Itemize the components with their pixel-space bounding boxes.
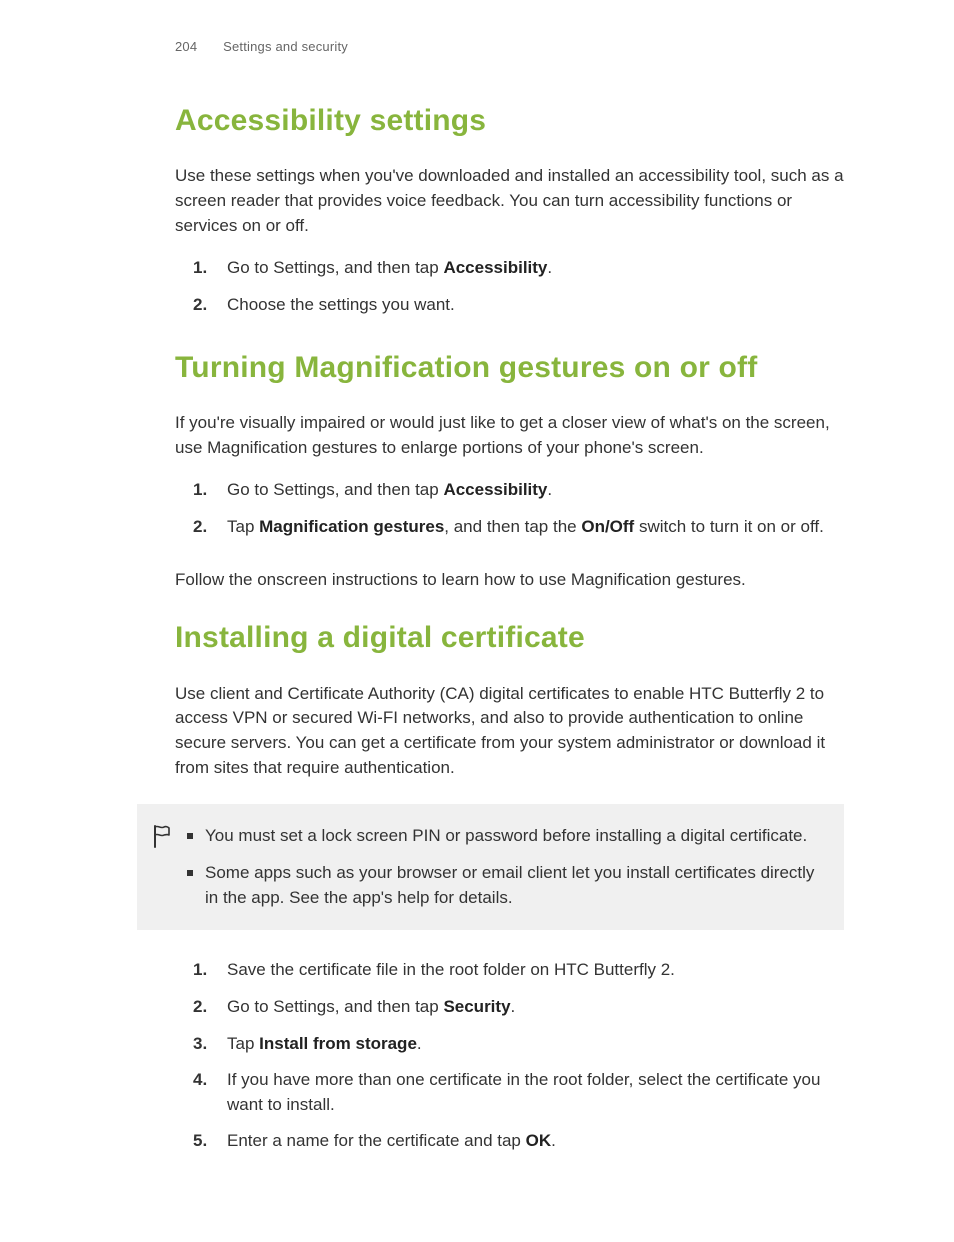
callout-item: You must set a lock screen PIN or passwo… [187,824,824,849]
step-bold: On/Off [581,517,634,536]
step-text: Choose the settings you want. [227,295,455,314]
callout-box: You must set a lock screen PIN or passwo… [137,804,844,930]
list-item: Go to Settings, and then tap Security. [221,995,844,1020]
list-item: Choose the settings you want. [221,293,844,318]
flag-icon-col [137,824,187,848]
step-text: Save the certificate file in the root fo… [227,960,675,979]
list-item: Go to Settings, and then tap Accessibili… [221,478,844,503]
step-text: Tap [227,517,259,536]
intro-accessibility: Use these settings when you've downloade… [175,164,844,238]
list-item: If you have more than one certificate in… [221,1068,844,1117]
step-text: . [551,1131,556,1150]
list-item: Save the certificate file in the root fo… [221,958,844,983]
step-bold: OK [526,1131,552,1150]
step-text: . [547,480,552,499]
step-bold: Security [443,997,510,1016]
step-text: . [511,997,516,1016]
steps-certificate: Save the certificate file in the root fo… [175,958,844,1154]
page-number: 204 [175,39,197,54]
step-text: Go to Settings, and then tap [227,997,443,1016]
step-bold: Magnification gestures [259,517,444,536]
list-item: Enter a name for the certificate and tap… [221,1129,844,1154]
intro-certificate: Use client and Certificate Authority (CA… [175,682,844,781]
step-bold: Accessibility [443,480,547,499]
list-item: Go to Settings, and then tap Accessibili… [221,256,844,281]
list-item: Tap Magnification gestures, and then tap… [221,515,844,540]
step-bold: Install from storage [259,1034,417,1053]
step-text: . [417,1034,422,1053]
step-text: . [547,258,552,277]
intro-magnification: If you're visually impaired or would jus… [175,411,844,460]
step-text: Tap [227,1034,259,1053]
step-text: , and then tap the [444,517,581,536]
steps-accessibility: Go to Settings, and then tap Accessibili… [175,256,844,317]
list-item: Tap Install from storage. [221,1032,844,1057]
heading-magnification: Turning Magnification gestures on or off [175,346,844,390]
step-text: Go to Settings, and then tap [227,480,443,499]
callout-list: You must set a lock screen PIN or passwo… [187,824,824,910]
flag-icon [152,824,172,848]
callout-item: Some apps such as your browser or email … [187,861,824,910]
step-bold: Accessibility [443,258,547,277]
heading-certificate: Installing a digital certificate [175,616,844,660]
step-text: Enter a name for the certificate and tap [227,1131,526,1150]
page-section: Settings and security [223,39,348,54]
step-text: Go to Settings, and then tap [227,258,443,277]
outro-magnification: Follow the onscreen instructions to lear… [175,568,844,593]
steps-magnification: Go to Settings, and then tap Accessibili… [175,478,844,539]
step-text: switch to turn it on or off. [634,517,824,536]
page-header: 204 Settings and security [175,38,844,57]
step-text: If you have more than one certificate in… [227,1070,820,1114]
heading-accessibility-settings: Accessibility settings [175,99,844,143]
